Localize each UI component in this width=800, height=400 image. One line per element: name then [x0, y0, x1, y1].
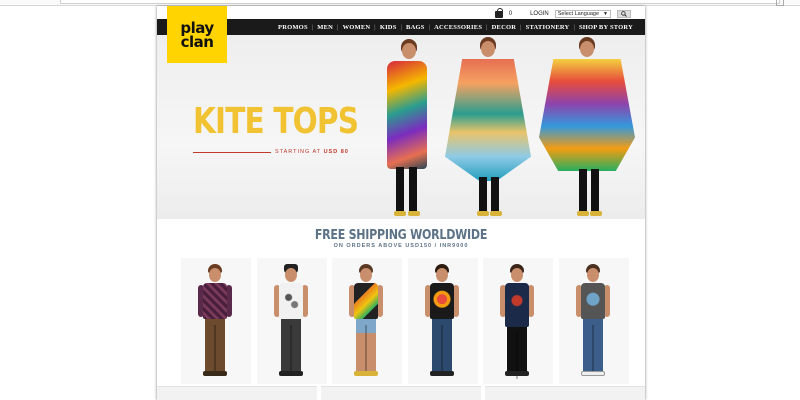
nav-separator: | [374, 23, 376, 31]
nav-separator: | [486, 23, 488, 31]
nav-item-stationery[interactable]: STATIONERY [526, 24, 570, 31]
storefront-page: 0 LOGIN Select Language ▼ PROMOS | MEN |… [157, 6, 645, 400]
product-card[interactable] [181, 258, 251, 384]
hero-model-2 [443, 37, 533, 219]
nav-separator: | [520, 23, 522, 31]
logo-text-clan: clan [180, 32, 214, 51]
cart-count[interactable]: 0 [509, 11, 512, 17]
product-card[interactable] [407, 258, 478, 384]
shipping-subline: ON ORDERS ABOVE USD150 / INR9000 [333, 243, 469, 249]
nav-items: PROMOS | MEN | WOMEN | KIDS | BAGS | ACC… [278, 19, 633, 35]
playclan-logo[interactable]: play clan [167, 6, 227, 63]
nav-separator: | [311, 23, 314, 31]
nav-separator: | [400, 23, 403, 31]
hero-subtitle: STARTING AT USD 80 [275, 149, 349, 155]
nav-item-kids[interactable]: KIDS [380, 24, 397, 31]
hero-model-1 [379, 39, 435, 219]
nav-separator: | [428, 23, 431, 31]
nav-item-decor[interactable]: DECOR [492, 24, 516, 31]
hero-subtitle-prefix: STARTING AT [275, 149, 324, 155]
nav-item-promos[interactable]: PROMOS [278, 24, 308, 31]
hero-divider [193, 152, 271, 153]
nav-separator: | [337, 23, 339, 31]
product-card[interactable] [483, 258, 554, 384]
product-card[interactable] [558, 258, 629, 384]
nav-item-accessories[interactable]: ACCESSORIES [434, 24, 482, 31]
language-select-value: Select Language [557, 11, 600, 17]
shopping-bag-icon[interactable] [494, 7, 503, 18]
hero-title: KITE TOPS [193, 101, 359, 142]
nav-item-shop-by-story[interactable]: SHOP BY STORY [579, 24, 633, 31]
bookmark-icon[interactable] [776, 0, 784, 6]
nav-item-women[interactable]: WOMEN [343, 24, 371, 31]
nav-item-bags[interactable]: BAGS [406, 24, 425, 31]
address-bar[interactable] [60, 0, 780, 4]
category-tile[interactable] [485, 386, 645, 400]
hero-model-3 [537, 37, 637, 219]
product-strip [181, 258, 629, 384]
search-icon [621, 11, 627, 17]
login-link[interactable]: LOGIN [530, 11, 549, 17]
chevron-down-icon: ▼ [603, 11, 608, 17]
product-card[interactable] [332, 258, 403, 384]
category-tiles [157, 386, 645, 400]
nav-separator: | [573, 23, 575, 31]
category-tile[interactable] [157, 386, 317, 400]
shipping-headline: FREE SHIPPING WORLDWIDE [314, 228, 488, 243]
category-tile[interactable] [321, 386, 481, 400]
nav-item-men[interactable]: MEN [317, 24, 333, 31]
language-select[interactable]: Select Language ▼ [554, 10, 611, 18]
product-card[interactable] [256, 258, 327, 384]
hero-price: USD 80 [323, 149, 349, 155]
language-go-button[interactable] [617, 10, 631, 18]
hero-banner[interactable]: KITE TOPS STARTING AT USD 80 [157, 35, 645, 219]
main-nav: PROMOS | MEN | WOMEN | KIDS | BAGS | ACC… [157, 19, 645, 35]
